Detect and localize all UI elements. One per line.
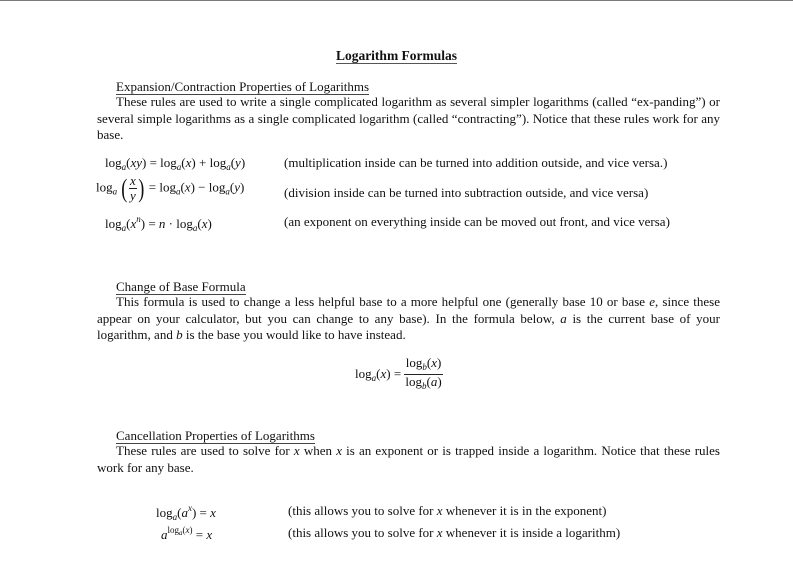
para-text: when [299, 443, 337, 458]
section-paragraph-cancellation: These rules are used to solve for x when… [97, 443, 720, 476]
formula-row-quotient: loga (x y) = loga(x) − loga(y) (division … [0, 174, 793, 210]
note-text: (this allows you to solve for [288, 525, 437, 540]
note-text: (this allows you to solve for [288, 503, 437, 518]
section-paragraph-expansion: These rules are used to write a single c… [97, 94, 720, 142]
page-title: Logarithm Formulas [0, 48, 793, 64]
formula-note-power: (an exponent on everything inside can be… [284, 214, 670, 229]
formula-note-cancel-exp: (this allows you to solve for x whenever… [288, 525, 620, 541]
section-heading-expansion: Expansion/Contraction Properties of Loga… [116, 79, 370, 95]
top-border [0, 0, 793, 1]
para-text: This formula is used to change a less he… [116, 294, 650, 309]
formula-product: loga(xy) = loga(x) + loga(y) [105, 155, 246, 172]
section-heading-cancellation: Cancellation Properties of Logarithms [116, 428, 315, 444]
formula-power: loga(xn) = n · loga(x) [105, 214, 212, 233]
section-heading-change-of-base: Change of Base Formula [116, 279, 246, 295]
note-text: whenever it is inside a logarithm) [442, 525, 621, 540]
para-text: is the base you would like to have inste… [182, 327, 406, 342]
formula-note-quotient: (division inside can be turned into subt… [284, 185, 649, 200]
para-text: These rules are used to solve for [116, 443, 294, 458]
formula-cancel-exp: aloga(x) = x [161, 525, 213, 542]
formula-note-cancel-log: (this allows you to solve for x whenever… [288, 503, 606, 519]
note-text: whenever it is in the exponent) [442, 503, 607, 518]
formula-change-of-base: loga(x) = logb(x) logb(a) [355, 355, 443, 391]
formula-cancel-log: loga(ax) = x [156, 503, 216, 522]
formula-quotient: loga (x y) = loga(x) − loga(y) [96, 173, 245, 203]
fraction: logb(x) logb(a) [404, 355, 443, 391]
section-paragraph-change-of-base: This formula is used to change a less he… [97, 294, 720, 344]
page-title-text: Logarithm Formulas [335, 48, 458, 64]
formula-note-product: (multiplication inside can be turned int… [284, 155, 668, 170]
